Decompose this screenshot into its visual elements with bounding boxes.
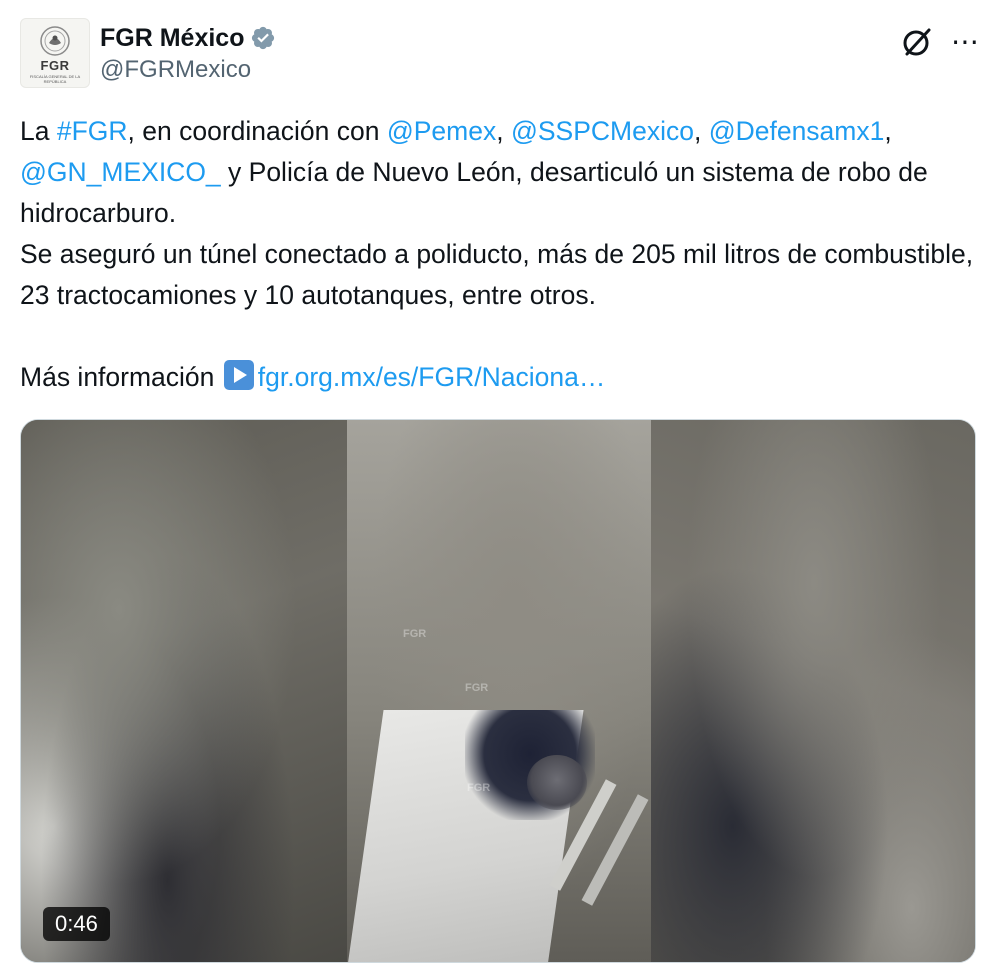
header-actions: ⋯ <box>899 24 980 60</box>
hashtag-fgr-link[interactable]: #FGR <box>57 116 128 146</box>
mention-defensa-link[interactable]: @Defensamx1 <box>709 116 885 146</box>
avatar-abbreviation: FGR <box>40 58 70 73</box>
account-names: FGR México @FGRMexico <box>100 22 276 84</box>
display-name[interactable]: FGR México <box>100 24 244 53</box>
display-name-row: FGR México <box>100 22 276 54</box>
text-segment: , <box>496 116 511 146</box>
more-icon[interactable]: ⋯ <box>951 28 980 56</box>
video-player[interactable]: FGR FGR FGR 0:46 <box>20 419 976 963</box>
tweet-header: FGR FISCALÍA GENERAL DE LA REPÚBLICA FGR… <box>20 18 980 90</box>
play-button-emoji-icon <box>223 360 254 390</box>
grok-icon[interactable] <box>899 24 935 60</box>
mention-gn-link[interactable]: @GN_MEXICO_ <box>20 157 221 187</box>
text-segment: , <box>884 116 892 146</box>
text-segment: La <box>20 116 57 146</box>
seal-icon <box>40 26 70 56</box>
external-link[interactable]: fgr.org.mx/es/FGR/Naciona… <box>258 362 606 392</box>
mention-pemex-link[interactable]: @Pemex <box>387 116 496 146</box>
video-watermark: FGR <box>403 628 427 640</box>
video-blur-left <box>21 420 347 962</box>
tweet-paragraph-3: Más información fgr.org.mx/es/FGR/Nacion… <box>20 357 980 398</box>
account-handle[interactable]: @FGRMexico <box>100 56 276 84</box>
verified-badge-icon[interactable] <box>250 25 276 51</box>
text-segment: , en coordinación con <box>127 116 387 146</box>
more-info-label: Más información <box>20 362 222 392</box>
video-watermark: FGR <box>465 682 489 694</box>
video-frame: FGR FGR FGR <box>347 420 651 962</box>
mention-sspc-link[interactable]: @SSPCMexico <box>511 116 694 146</box>
video-blur-right <box>651 420 975 962</box>
tweet-paragraph-2: Se aseguró un túnel conectado a poliduct… <box>20 239 974 310</box>
tweet-card: FGR FISCALÍA GENERAL DE LA REPÚBLICA FGR… <box>0 0 1000 978</box>
video-watermark: FGR <box>467 782 491 794</box>
text-segment: , <box>693 116 709 146</box>
avatar-caption: FISCALÍA GENERAL DE LA REPÚBLICA <box>29 74 81 84</box>
video-duration-badge: 0:46 <box>43 907 110 941</box>
avatar[interactable]: FGR FISCALÍA GENERAL DE LA REPÚBLICA <box>20 18 90 88</box>
tweet-paragraph-1: La #FGR, en coordinación con @Pemex, @SS… <box>20 111 980 234</box>
video-scene-head <box>527 755 587 810</box>
tweet-text: La #FGR, en coordinación con @Pemex, @SS… <box>20 111 980 398</box>
